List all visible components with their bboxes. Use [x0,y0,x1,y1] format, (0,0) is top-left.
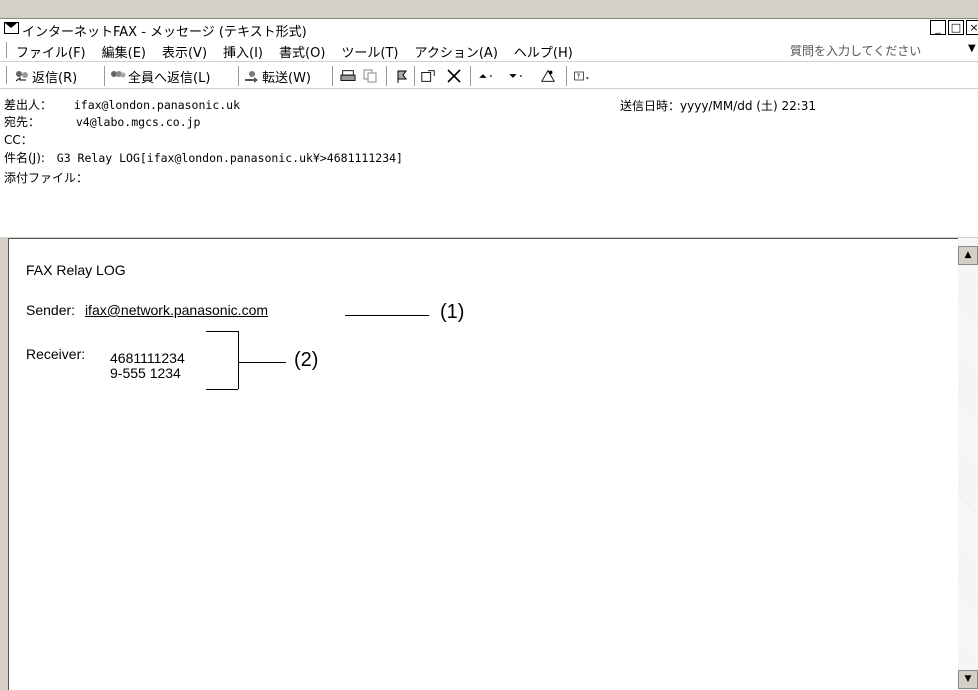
print-button[interactable] [340,66,358,86]
to-value[interactable]: v4@labo.mgcs.co.jp [76,115,201,129]
cc-label: CC： [4,133,33,147]
subject-label: 件名(J): [4,151,45,165]
sender-row: Sender: ifax@network.panasonic.com [26,302,268,318]
reply-all-button[interactable]: 全員へ返信(L) [110,66,210,86]
reply-all-label: 全員へ返信(L) [128,70,211,86]
reply-icon [15,71,28,82]
attachments-label: 添付ファイル： [4,171,89,185]
bracket-top [206,331,238,332]
close-button[interactable]: × [966,20,978,35]
receiver-number-2: 9-555 1234 [110,365,181,381]
menu-insert[interactable]: 挿入(I) [223,42,263,61]
forward-icon [245,71,258,83]
from-label: 差出人： [4,98,53,112]
sender-email-link[interactable]: ifax@network.panasonic.com [85,302,268,318]
toolbar-separator [332,66,333,86]
vertical-scrollbar[interactable]: ▲ ▼ [958,238,978,690]
callout-1: (1) [440,301,465,323]
up-arrow-icon [479,74,493,78]
toolbar-separator [566,66,567,86]
toolbar-separator [470,66,471,86]
menu-bar: ファイル(F) 編集(E) 表示(V) 挿入(I) 書式(O) ツール(T) ア… [0,39,978,61]
flag-icon [397,70,407,83]
sent-label: 送信日時： [620,99,681,113]
menu-edit[interactable]: 編集(E) [102,42,146,61]
forward-label: 転送(W) [262,70,311,86]
help-icon: ? [574,71,589,81]
sender-label: Sender: [26,302,76,318]
toolbar-separator [414,66,415,86]
menu-actions[interactable]: アクション(A) [415,42,498,61]
menu-help[interactable]: ヘルプ(H) [514,42,573,61]
message-window: インターネットFAX - メッセージ (テキスト形式) _ □ × ファイル(F… [0,0,978,690]
delete-button[interactable] [446,66,464,86]
copy-icon [363,69,377,83]
scroll-up-button[interactable]: ▲ [958,246,978,265]
chevron-down-icon[interactable]: ▼ [968,43,976,54]
to-label: 宛先： [4,115,41,129]
bracket-side [238,331,239,389]
forward-button[interactable]: 転送(W) [244,66,311,86]
sent-row: 送信日時：yyyy/MM/dd (土) 22:31 [620,97,816,114]
down-arrow-icon [509,74,523,78]
move-folder-icon [421,70,435,82]
next-item-button[interactable] [508,66,526,86]
mail-icon [4,22,19,34]
sent-value: yyyy/MM/dd (土) 22:31 [680,99,817,113]
menu-tools[interactable]: ツール(T) [341,42,398,61]
toolbar-separator [386,66,387,86]
address-book-icon [541,69,555,82]
print-icon [340,70,356,81]
toolbar-separator [104,66,105,86]
to-row: 宛先： v4@labo.mgcs.co.jp [4,113,200,130]
attachments-row: 添付ファイル： [4,169,88,186]
menu-view[interactable]: 表示(V) [162,42,207,61]
svg-text:?: ? [577,73,581,81]
move-folder-button[interactable] [420,66,438,86]
help-button[interactable]: ? [574,66,592,86]
toolbar-grip[interactable] [6,66,9,84]
toolbar: 返信(R) 全員へ返信(L) 転送(W) ? [0,62,978,88]
address-book-button[interactable] [540,66,558,86]
message-header: 差出人： ifax@london.panasonic.uk 宛先： v4@lab… [0,89,978,237]
cc-row: CC： [4,131,33,148]
flag-button[interactable] [394,66,412,86]
ask-question-input[interactable]: 質問を入力してください [790,42,921,59]
minimize-button[interactable]: _ [930,20,946,35]
title-bar: インターネットFAX - メッセージ (テキスト形式) _ □ × [0,18,978,40]
body-heading: FAX Relay LOG [26,262,126,278]
menu-file[interactable]: ファイル(F) [16,42,86,61]
callout-2: (2) [294,349,319,371]
toolbar-separator [238,66,239,86]
reply-button[interactable]: 返信(R) [14,66,77,86]
window-title: インターネットFAX - メッセージ (テキスト形式) [22,25,307,40]
subject-value: G3 Relay LOG[ifax@london.panasonic.uk¥>4… [56,151,403,165]
subject-row: 件名(J): G3 Relay LOG[ifax@london.panasoni… [4,149,403,166]
receiver-number-1: 4681111234 [110,350,185,366]
previous-item-button[interactable] [478,66,496,86]
menu-grip[interactable] [6,42,9,58]
bracket-bottom [206,389,238,390]
copy-button[interactable] [362,66,380,86]
from-row: 差出人： ifax@london.panasonic.uk [4,96,240,113]
reply-label: 返信(R) [32,70,78,86]
receiver-label: Receiver: [26,346,86,362]
callout-line-1 [345,315,429,316]
callout-line-2 [238,362,286,363]
menu-format[interactable]: 書式(O) [279,42,325,61]
maximize-button[interactable]: □ [948,20,964,35]
reply-all-icon [111,71,126,78]
scroll-down-button[interactable]: ▼ [958,670,978,689]
delete-icon [447,69,461,83]
from-value[interactable]: ifax@london.panasonic.uk [74,98,240,112]
